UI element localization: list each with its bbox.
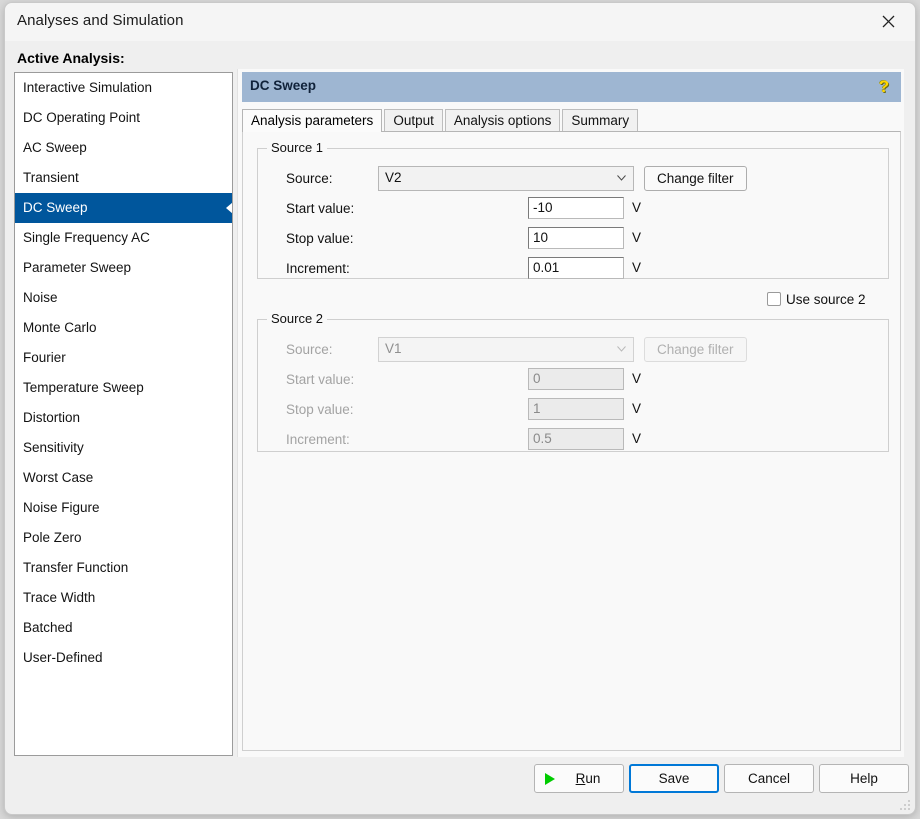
source2-group: Source 2 Source: V1 Change filter Start … xyxy=(257,311,889,452)
panel-title: DC Sweep xyxy=(250,78,317,93)
sidebar-item-interactive-simulation[interactable]: Interactive Simulation xyxy=(15,73,232,103)
active-analysis-heading: Active Analysis: xyxy=(17,50,125,66)
source2-source-select: V1 xyxy=(378,337,634,362)
panel-header: DC Sweep ? xyxy=(242,72,901,102)
sidebar-item-ac-sweep[interactable]: AC Sweep xyxy=(15,133,232,163)
source2-change-filter-button: Change filter xyxy=(644,337,747,362)
analysis-list[interactable]: Interactive Simulation DC Operating Point… xyxy=(14,72,233,756)
sidebar-item-noise-figure[interactable]: Noise Figure xyxy=(15,493,232,523)
source1-source-label: Source: xyxy=(286,171,333,186)
source2-increment-unit: V xyxy=(632,431,642,446)
analyses-and-simulation-dialog: Analyses and Simulation Active Analysis:… xyxy=(4,2,916,815)
dialog-titlebar: Analyses and Simulation xyxy=(5,3,915,41)
sidebar-item-dc-operating-point[interactable]: DC Operating Point xyxy=(15,103,232,133)
save-button[interactable]: Save xyxy=(629,764,719,793)
cancel-button[interactable]: Cancel xyxy=(724,764,814,793)
source1-start-label: Start value: xyxy=(286,201,355,216)
source2-stop-label: Stop value: xyxy=(286,402,354,417)
sidebar-item-batched[interactable]: Batched xyxy=(15,613,232,643)
source2-start-unit: V xyxy=(632,371,642,386)
tab-analysis-parameters[interactable]: Analysis parameters xyxy=(242,109,383,132)
sidebar-item-dc-sweep[interactable]: DC Sweep xyxy=(15,193,232,223)
source2-increment-input: 0.5 xyxy=(528,428,624,450)
sidebar-item-monte-carlo[interactable]: Monte Carlo xyxy=(15,313,232,343)
dialog-title: Analyses and Simulation xyxy=(17,12,184,29)
use-source2-label: Use source 2 xyxy=(786,291,866,307)
source2-source-label: Source: xyxy=(286,342,333,357)
tab-page-analysis-parameters: Source 1 Source: V2 Change filter Start … xyxy=(242,131,901,751)
source1-stop-unit: V xyxy=(632,230,642,245)
source2-start-input: 0 xyxy=(528,368,624,390)
sidebar-item-parameter-sweep[interactable]: Parameter Sweep xyxy=(15,253,232,283)
sidebar-item-trace-width[interactable]: Trace Width xyxy=(15,583,232,613)
sidebar-item-distortion[interactable]: Distortion xyxy=(15,403,232,433)
tab-output[interactable]: Output xyxy=(384,109,443,132)
source1-increment-input[interactable]: 0.01 xyxy=(528,257,624,279)
run-button[interactable]: Run xyxy=(534,764,624,793)
sidebar-item-transient[interactable]: Transient xyxy=(15,163,232,193)
dialog-footer: Run Save Cancel Help xyxy=(5,756,915,814)
source1-group: Source 1 Source: V2 Change filter Start … xyxy=(257,140,889,279)
chevron-down-icon xyxy=(617,175,626,181)
source1-source-value: V2 xyxy=(385,170,402,185)
tab-strip[interactable]: Analysis parameters Output Analysis option… xyxy=(242,109,901,132)
sidebar-item-temperature-sweep[interactable]: Temperature Sweep xyxy=(15,373,232,403)
analysis-detail-panel: DC Sweep ? Analysis parameters Output Anal… xyxy=(237,69,904,757)
sidebar-item-fourier[interactable]: Fourier xyxy=(15,343,232,373)
source2-source-value: V1 xyxy=(385,341,402,356)
source1-stop-label: Stop value: xyxy=(286,231,354,246)
run-button-label: Run xyxy=(575,771,601,786)
resize-grip[interactable] xyxy=(898,798,910,810)
help-button[interactable]: Help xyxy=(819,764,909,793)
source1-source-select[interactable]: V2 xyxy=(378,166,634,191)
checkbox-box-icon xyxy=(767,292,781,306)
play-triangle-icon xyxy=(545,773,555,785)
sidebar-item-worst-case[interactable]: Worst Case xyxy=(15,463,232,493)
sidebar-item-single-frequency-ac[interactable]: Single Frequency AC xyxy=(15,223,232,253)
source1-start-unit: V xyxy=(632,200,642,215)
use-source2-checkbox[interactable]: Use source 2 xyxy=(767,290,866,308)
tab-analysis-options[interactable]: Analysis options xyxy=(444,109,561,132)
source1-stop-input[interactable]: 10 xyxy=(528,227,624,249)
sidebar-item-pole-zero[interactable]: Pole Zero xyxy=(15,523,232,553)
sidebar-item-user-defined[interactable]: User-Defined xyxy=(15,643,232,673)
sidebar-item-transfer-function[interactable]: Transfer Function xyxy=(15,553,232,583)
chevron-down-icon xyxy=(617,346,626,352)
question-mark-icon[interactable]: ? xyxy=(875,76,893,98)
source1-start-input[interactable]: -10 xyxy=(528,197,624,219)
tab-summary[interactable]: Summary xyxy=(562,109,639,132)
source2-start-label: Start value: xyxy=(286,372,355,387)
source2-stop-unit: V xyxy=(632,401,642,416)
source1-change-filter-button[interactable]: Change filter xyxy=(644,166,747,191)
sidebar-item-noise[interactable]: Noise xyxy=(15,283,232,313)
source2-increment-label: Increment: xyxy=(286,432,350,447)
source1-increment-label: Increment: xyxy=(286,261,350,276)
source2-group-title: Source 2 xyxy=(267,311,328,326)
sidebar-item-sensitivity[interactable]: Sensitivity xyxy=(15,433,232,463)
close-icon[interactable] xyxy=(867,5,909,37)
source1-group-title: Source 1 xyxy=(267,140,328,155)
source1-increment-unit: V xyxy=(632,260,642,275)
source2-stop-input: 1 xyxy=(528,398,624,420)
